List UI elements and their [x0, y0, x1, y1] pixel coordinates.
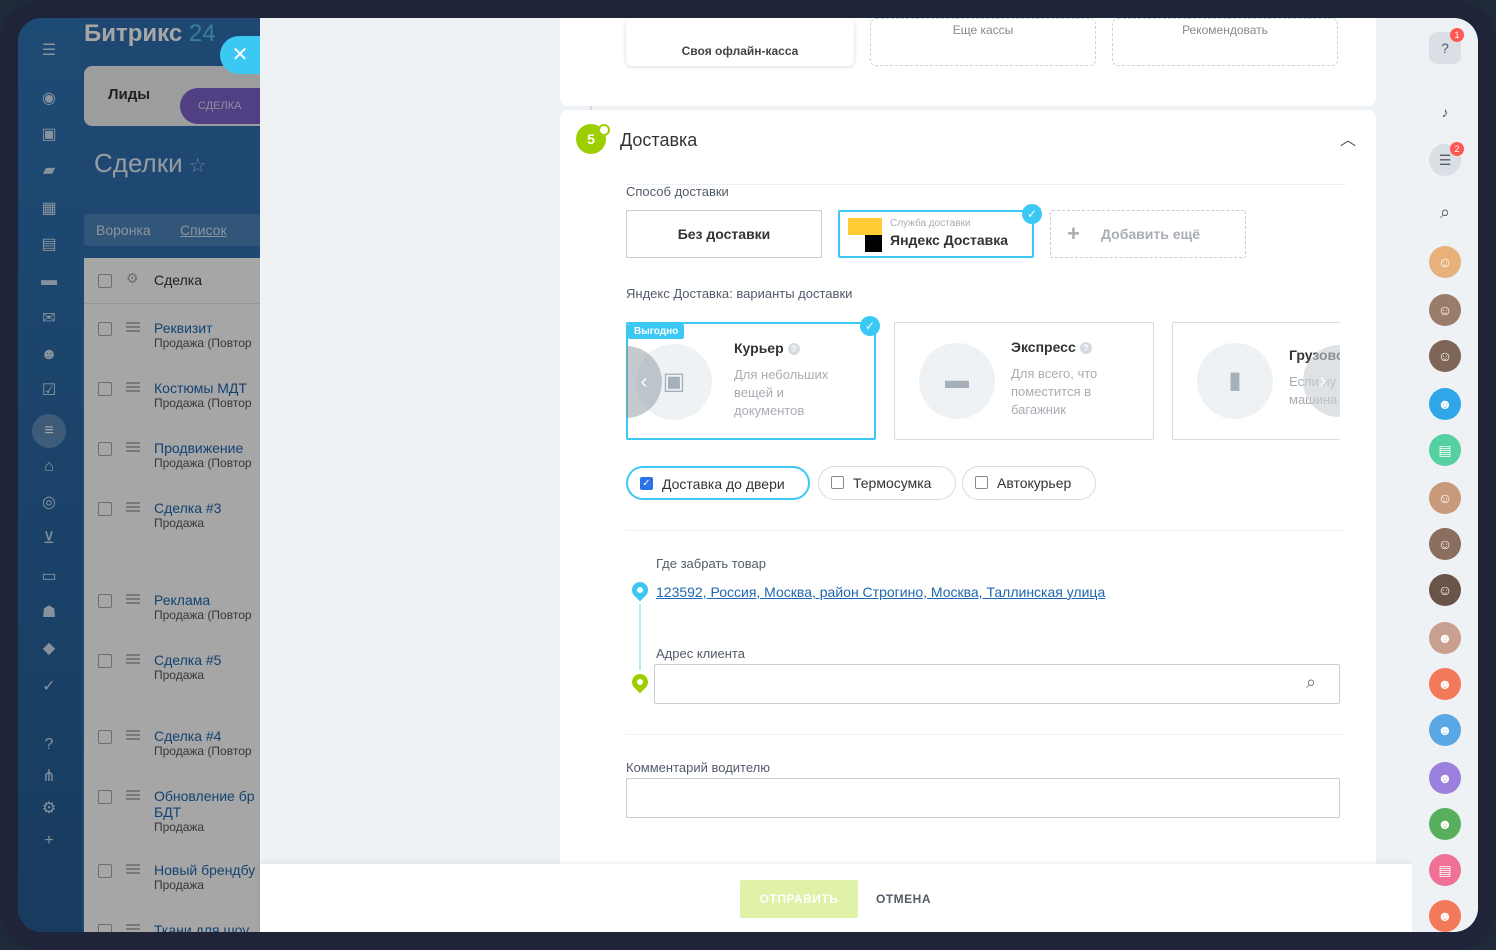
selected-check-icon: ✓	[1022, 204, 1042, 224]
right-bar: ? 1 ♪ ☰ 2 ⌕ ☺ ☺ ☺ ☻ ▤ ☺ ☺ ☺ ☻ ☻ ☻ ☻ ☻ ▤ …	[1412, 18, 1478, 932]
extra-auto-courier[interactable]: Автокурьер	[962, 466, 1096, 500]
method-label: Способ доставки	[626, 184, 729, 199]
search-icon[interactable]: ⌕	[1306, 672, 1316, 693]
overlay-dim	[18, 18, 262, 932]
divider	[626, 530, 1346, 531]
user-group-icon[interactable]: ☻	[1429, 762, 1461, 794]
truck-icon: ▮	[1197, 343, 1273, 419]
option-name: Экспресс?	[1011, 339, 1092, 355]
option-desc: Для небольших вещей и документов	[734, 367, 829, 418]
chevron-up-icon[interactable]: ︿	[1340, 126, 1356, 150]
avatar[interactable]: ☺	[1429, 294, 1461, 326]
section-title: Доставка	[620, 130, 698, 150]
question-icon[interactable]: ?	[1079, 342, 1092, 355]
plus-icon: +	[1067, 221, 1080, 246]
checkbox[interactable]	[831, 476, 844, 489]
more-cashbox-tile[interactable]: Еще кассы	[870, 18, 1096, 66]
checkbox[interactable]	[975, 476, 988, 489]
checkbox-checked[interactable]: ✓	[640, 477, 653, 490]
chat-badge: 2	[1450, 142, 1464, 156]
variants-label: Яндекс Доставка: варианты доставки	[626, 286, 853, 301]
open-lines-icon[interactable]: ▤	[1429, 434, 1461, 466]
add-more-label: Добавить ещё	[1101, 226, 1201, 242]
delivery-card: 5 Доставка ︿ Способ доставки Без доставк…	[560, 110, 1376, 880]
pickup-pin-icon	[628, 578, 652, 602]
user-group-icon[interactable]: ☻	[1429, 668, 1461, 700]
service-name: Яндекс Доставка	[890, 232, 1009, 248]
service-caption: Служба доставки	[890, 218, 971, 229]
recommend-tile[interactable]: Рекомендовать	[1112, 18, 1338, 66]
ribbon-badge: Выгодно	[628, 324, 685, 339]
client-pin-icon	[628, 670, 652, 694]
option-desc: Для всего, что поместится в багажник	[1011, 366, 1098, 417]
slider-panel: Своя офлайн-касса Еще кассы Рекомендоват…	[260, 18, 1412, 932]
footer-bar: ОТПРАВИТЬ ОТМЕНА	[260, 864, 1412, 932]
question-icon[interactable]: ?	[787, 343, 800, 356]
send-button[interactable]: ОТПРАВИТЬ	[740, 880, 858, 918]
user-group-icon[interactable]: ☻	[1429, 714, 1461, 746]
screen: ☰ ◉ ▣ ▰ ▦ ▤ ▬ ✉ ☻ ☑ ≡ ⌂ ◎ ⊻ ▭ ☗ ◆ ✓ ? ⋔ …	[18, 18, 1478, 932]
avatar[interactable]: ☺	[1429, 482, 1461, 514]
option-name: Курьер?	[734, 340, 800, 356]
close-slider-button[interactable]: ✕	[220, 36, 260, 74]
option-express[interactable]: ▬ Экспресс? Для всего, что поместится в ба…	[894, 322, 1154, 440]
option-check-icon: ✓	[860, 316, 880, 336]
open-lines-icon[interactable]: ▤	[1429, 854, 1461, 886]
divider	[626, 734, 1346, 735]
help-badge: 1	[1450, 28, 1464, 42]
device-frame: ☰ ◉ ▣ ▰ ▦ ▤ ▬ ✉ ☻ ☑ ≡ ⌂ ◎ ⊻ ▭ ☗ ◆ ✓ ? ⋔ …	[0, 0, 1496, 950]
yandex-delivery-button[interactable]: Служба доставки Яндекс Доставка	[838, 210, 1034, 258]
offline-cashbox-tile[interactable]: Своя офлайн-касса	[626, 18, 854, 66]
bell-icon[interactable]: ♪	[1429, 96, 1461, 128]
extra-door-delivery[interactable]: ✓ Доставка до двери	[626, 466, 810, 500]
avatar[interactable]: ☺	[1429, 574, 1461, 606]
pickup-label: Где забрать товар	[656, 556, 767, 571]
comment-label: Комментарий водителю	[626, 760, 770, 775]
search-icon[interactable]: ⌕	[1429, 196, 1461, 228]
user-group-icon[interactable]: ☻	[1429, 900, 1461, 932]
user-group-icon[interactable]: ☻	[1429, 622, 1461, 654]
client-address-input[interactable]	[654, 664, 1340, 704]
route-line	[639, 604, 641, 670]
yandex-logo-icon	[848, 218, 882, 252]
extra-thermo-bag[interactable]: Термосумка	[818, 466, 956, 500]
group-chat-icon[interactable]: ☻	[1429, 388, 1461, 420]
user-group-icon[interactable]: ☻	[1429, 808, 1461, 840]
comment-textarea[interactable]	[626, 778, 1340, 818]
avatar[interactable]: ☺	[1429, 246, 1461, 278]
add-more-button[interactable]: + Добавить ещё	[1050, 210, 1246, 258]
car-icon: ▬	[919, 343, 995, 419]
step-check-icon	[598, 124, 610, 136]
cancel-button[interactable]: ОТМЕНА	[876, 880, 931, 918]
divider	[626, 184, 1346, 185]
cashbox-card: Своя офлайн-касса Еще кассы Рекомендоват…	[560, 18, 1376, 106]
no-delivery-button[interactable]: Без доставки	[626, 210, 822, 258]
avatar[interactable]: ☺	[1429, 340, 1461, 372]
option-cargo[interactable]: ▮ Грузовой Если нумашина ›	[1172, 322, 1340, 440]
option-courier[interactable]: Выгодно ▣ ‹ Курьер? Для небольших вещей и…	[626, 322, 876, 440]
pickup-address-link[interactable]: 123592, Россия, Москва, район Строгино, …	[656, 584, 1105, 600]
client-address-label: Адрес клиента	[656, 646, 745, 661]
avatar[interactable]: ☺	[1429, 528, 1461, 560]
